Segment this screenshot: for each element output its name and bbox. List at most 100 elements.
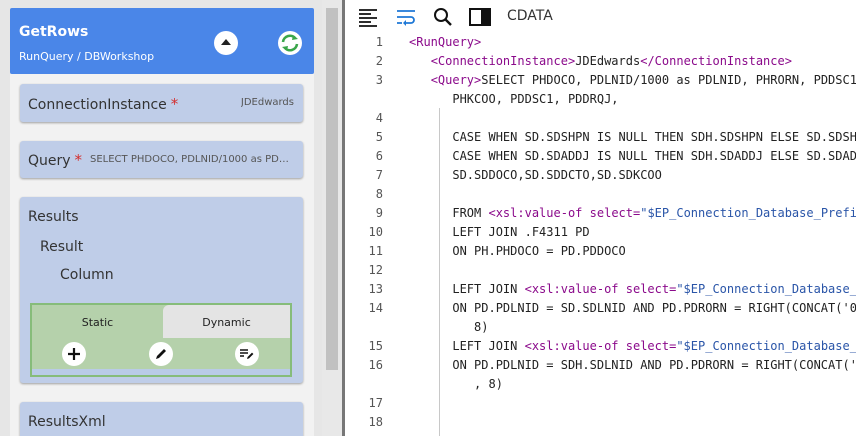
code-line: PHKCOO, PDDSC1, PDDRQJ,	[409, 92, 619, 106]
code-token: <xsl:value-of	[524, 282, 626, 296]
code-token: SELECT PHDOCO, PDLNID/1000 as PDLNID, PH…	[481, 73, 856, 87]
code-token: ON PD.PDLNID = SD.SDLNID AND PD.PDRORN =…	[452, 301, 856, 315]
line-number: 2	[375, 54, 383, 68]
line-number: 12	[368, 263, 383, 277]
activity-title: GetRows	[19, 24, 89, 40]
edit-list-icon[interactable]	[235, 342, 259, 366]
code-line: <Query>SELECT PHDOCO, PDLNID/1000 as PDL…	[409, 73, 856, 87]
code-line: <RunQuery>	[409, 35, 481, 49]
query-label: Query	[28, 153, 71, 169]
code-token: select=	[589, 206, 641, 220]
code-token: LEFT JOIN	[409, 339, 525, 353]
line-number: 6	[375, 149, 383, 163]
code-token: <xsl:value-of	[524, 339, 626, 353]
line-number: 9	[375, 206, 383, 220]
required-marker: *	[170, 95, 179, 113]
code-content[interactable]: <RunQuery> <ConnectionInstance>JDEdwards…	[409, 32, 856, 436]
tab-dynamic[interactable]: Dynamic	[163, 305, 290, 338]
connection-instance-label-wrap: ConnectionInstance *	[28, 95, 178, 113]
line-number: 10	[368, 225, 383, 239]
code-token: 8)	[409, 320, 489, 334]
code-token: CASE WHEN SD.SDSHPN IS NULL THEN SDH.SDS…	[452, 130, 856, 144]
code-line: ON PD.PDLNID = SDH.SDLNID AND PD.PDRORN …	[409, 358, 856, 372]
side-panel-icon[interactable]	[469, 7, 491, 27]
code-line: CASE WHEN SD.SDSHPN IS NULL THEN SDH.SDS…	[409, 130, 856, 144]
code-token: select=	[625, 282, 677, 296]
line-number: 1	[375, 35, 383, 49]
line-number: 17	[368, 396, 383, 410]
connection-instance-value: JDEdwards	[240, 97, 294, 108]
search-icon[interactable]	[433, 7, 455, 27]
code-token: PHKCOO, PDDSC1, PDDRQJ,	[409, 92, 619, 106]
code-line: LEFT JOIN <xsl:value-of select="$EP_Conn…	[409, 339, 856, 353]
line-number: 18	[368, 415, 383, 429]
activity-header: GetRows RunQuery / DBWorkshop	[10, 8, 314, 74]
code-line: <ConnectionInstance>JDEdwards</Connectio…	[409, 54, 792, 68]
code-token: </ConnectionInstance>	[640, 54, 792, 68]
code-token: , 8)	[409, 377, 503, 391]
add-icon[interactable]	[62, 342, 86, 366]
code-line: LEFT JOIN .F4311 PD	[409, 225, 590, 239]
line-number: 16	[368, 358, 383, 372]
line-number: 3	[375, 73, 383, 87]
results-xml-label: ResultsXml	[28, 414, 106, 430]
code-token: LEFT JOIN	[409, 282, 525, 296]
query-label-wrap: Query *	[28, 151, 82, 169]
code-line: FROM <xsl:value-of select="$EP_Connectio…	[409, 206, 856, 220]
line-number: 13	[368, 282, 383, 296]
code-token: CASE WHEN SD.SDADDJ IS NULL THEN SDH.SDA…	[452, 149, 856, 163]
line-number: 5	[375, 130, 383, 144]
edit-pencil-icon[interactable]	[149, 342, 173, 366]
required-marker: *	[74, 151, 83, 169]
code-line: ON PH.PHDOCO = PD.PDDOCO	[409, 244, 625, 258]
code-token: <RunQuery>	[409, 35, 482, 49]
cdata-button[interactable]: CDATA	[507, 8, 553, 24]
line-number: 7	[375, 168, 383, 182]
connection-instance-card[interactable]: ConnectionInstance * JDEdwards	[20, 84, 303, 122]
code-token: FROM	[409, 206, 489, 220]
connection-instance-label: ConnectionInstance	[28, 97, 167, 113]
results-xml-card[interactable]: ResultsXml	[20, 402, 303, 436]
results-card[interactable]: Results Result Column Static Dynamic	[20, 197, 303, 383]
code-line: ON PD.PDLNID = SD.SDLNID AND PD.PDRORN =…	[409, 301, 856, 315]
code-token: LEFT JOIN .F4311 PD	[409, 225, 590, 239]
scrollbar-thumb[interactable]	[326, 8, 338, 370]
line-number-gutter: 12345678910111213141516171819	[345, 32, 390, 436]
line-number: 14	[368, 301, 383, 315]
activity-breadcrumb: RunQuery / DBWorkshop	[19, 50, 155, 63]
line-number: 15	[368, 339, 383, 353]
line-number: 11	[368, 244, 383, 258]
format-icon[interactable]	[357, 7, 379, 27]
code-token: ON PD.PDLNID = SDH.SDLNID AND PD.PDRORN …	[452, 358, 856, 372]
query-card[interactable]: Query * SELECT PHDOCO, PDLNID/1000 as PDL…	[20, 141, 303, 178]
word-wrap-icon[interactable]	[395, 7, 417, 27]
code-line: 8)	[409, 320, 488, 334]
query-value: SELECT PHDOCO, PDLNID/1000 as PDLNI...	[90, 154, 294, 165]
static-dynamic-tabs: Static Dynamic	[30, 303, 292, 377]
code-token: "$EP_Connection_Database_Prefix"	[640, 206, 856, 220]
left-panel: GetRows RunQuery / DBWorkshop Connection…	[0, 0, 322, 436]
line-number: 8	[375, 187, 383, 201]
code-line: SD.SDDOCO,SD.SDDCTO,SD.SDKCOO	[409, 168, 662, 182]
code-line: CASE WHEN SD.SDADDJ IS NULL THEN SDH.SDA…	[409, 149, 856, 163]
result-label[interactable]: Result	[40, 239, 83, 255]
editor-toolbar: CDATA	[345, 0, 856, 34]
code-token: "$EP_Connection_Database_Prefix"	[676, 282, 856, 296]
code-token: <Query>	[430, 73, 482, 87]
code-editor[interactable]: CDATA 12345678910111213141516171819 <Run…	[345, 0, 856, 436]
left-panel-scrollbar[interactable]	[322, 0, 342, 436]
collapse-up-icon[interactable]	[214, 31, 238, 55]
results-label: Results	[28, 209, 79, 225]
sync-icon[interactable]	[278, 31, 302, 55]
input-parameter-list: ConnectionInstance * JDEdwards Query * SEL…	[10, 74, 314, 436]
code-token: <ConnectionInstance>	[430, 54, 576, 68]
code-token: select=	[625, 339, 677, 353]
line-number: 4	[375, 111, 383, 125]
code-token: SD.SDDOCO,SD.SDDCTO,SD.SDKCOO	[409, 168, 662, 182]
code-token: JDEdwards	[575, 54, 641, 68]
code-token: "$EP_Connection_Database_Prefix"	[676, 339, 856, 353]
tab-static[interactable]: Static	[32, 305, 163, 338]
column-label[interactable]: Column	[60, 267, 114, 283]
